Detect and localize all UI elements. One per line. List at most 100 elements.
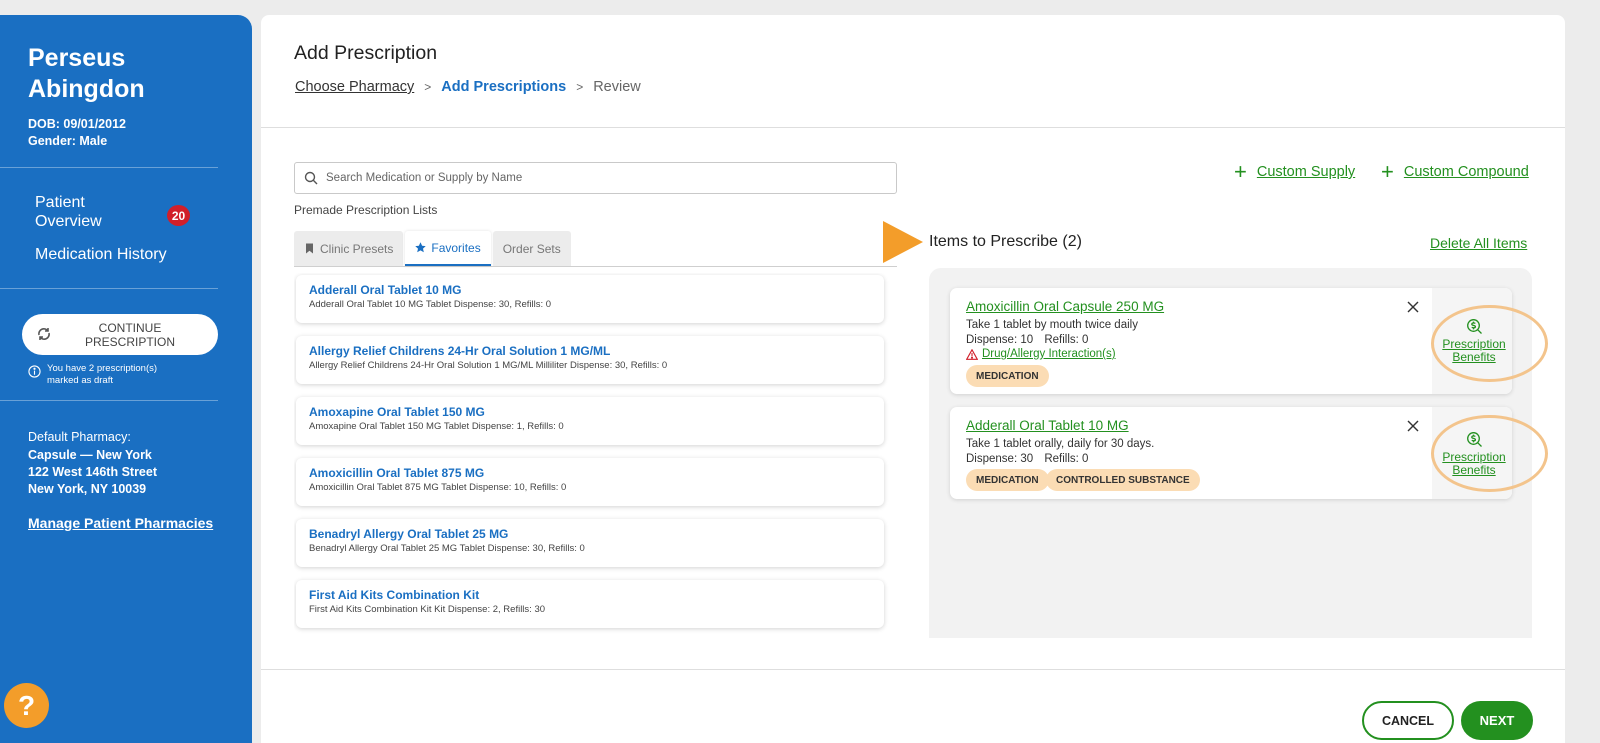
items-to-prescribe-title: Items to Prescribe (2) — [929, 233, 1082, 250]
medication-detail: Benadryl Allergy Oral Tablet 25 MG Table… — [309, 543, 585, 554]
sidebar-divider — [0, 400, 218, 401]
default-pharmacy-label: Default Pharmacy: — [28, 430, 131, 444]
list-item[interactable]: Allergy Relief Childrens 24-Hr Oral Solu… — [296, 336, 884, 384]
page-title: Add Prescription — [294, 42, 438, 64]
prescription-refills: Refills: 0 — [1044, 453, 1089, 465]
breadcrumb-separator: > — [424, 80, 432, 94]
sidebar-divider — [0, 288, 218, 289]
medication-name: Adderall Oral Tablet 10 MG — [309, 283, 462, 297]
prescription-dispense: Dispense: 30 — [966, 453, 1034, 465]
header-divider — [261, 127, 1565, 128]
pointer-arrow-icon — [883, 221, 923, 263]
items-to-prescribe-panel: Amoxicillin Oral Capsule 250 MG Take 1 t… — [929, 268, 1548, 638]
medication-detail: Adderall Oral Tablet 10 MG Tablet Dispen… — [309, 299, 552, 310]
medication-name: Benadryl Allergy Oral Tablet 25 MG — [309, 527, 509, 541]
draft-note: You have 2 prescription(s) marked as dra… — [28, 363, 167, 387]
notification-badge: 20 — [167, 205, 190, 226]
patient-demographics: DOB: 09/01/2012 Gender: Male — [28, 116, 126, 150]
custom-supply-button[interactable]: + Custom Supply — [1234, 159, 1356, 184]
prescription-dispense: Dispense: 10 — [966, 334, 1034, 346]
custom-supply-label: Custom Supply — [1256, 164, 1356, 180]
main-panel: Add Prescription Choose Pharmacy > Add P… — [261, 15, 1565, 743]
prescription-benefits-label: Prescription Benefits — [1442, 337, 1506, 364]
prescription-refills: Refills: 0 — [1044, 334, 1089, 346]
patient-dob: DOB: 09/01/2012 — [28, 117, 126, 131]
list-item[interactable]: Amoxicillin Oral Tablet 875 MG Amoxicill… — [296, 458, 884, 506]
tag-medication: MEDICATION — [966, 365, 1049, 387]
prescription-card: Adderall Oral Tablet 10 MG Take 1 tablet… — [950, 407, 1548, 499]
warning-label: Drug/Allergy Interaction(s) — [982, 348, 1116, 360]
close-icon[interactable] — [1406, 300, 1420, 314]
favorites-medication-list: Adderall Oral Tablet 10 MG Adderall Oral… — [294, 273, 890, 638]
footer-divider — [261, 669, 1565, 670]
benefits-search-icon — [1466, 432, 1482, 447]
custom-compound-label: Custom Compound — [1403, 164, 1529, 180]
breadcrumb-review: Review — [593, 79, 641, 95]
sidebar-item-patient-overview[interactable]: Patient Overview — [35, 193, 135, 231]
breadcrumb: Choose Pharmacy > Add Prescriptions > Re… — [295, 79, 641, 95]
prescription-card: Amoxicillin Oral Capsule 250 MG Take 1 t… — [950, 288, 1548, 394]
medication-name: Allergy Relief Childrens 24-Hr Oral Solu… — [309, 344, 611, 358]
breadcrumb-add-prescriptions[interactable]: Add Prescriptions — [441, 79, 566, 95]
default-pharmacy-address: Capsule — New York 122 West 146th Street… — [28, 447, 157, 498]
draft-note-text: You have 2 prescription(s) marked as dra… — [47, 363, 158, 386]
medication-name: First Aid Kits Combination Kit — [309, 588, 480, 602]
sidebar-item-medication-history[interactable]: Medication History — [35, 245, 167, 264]
tag-controlled-substance: CONTROLLED SUBSTANCE — [1046, 469, 1200, 491]
bookmark-icon — [306, 243, 313, 254]
list-item[interactable]: First Aid Kits Combination Kit First Aid… — [296, 580, 884, 628]
drug-allergy-warning[interactable]: Drug/Allergy Interaction(s) — [966, 348, 1116, 360]
plus-icon: + — [1381, 159, 1394, 184]
plus-icon: + — [1234, 159, 1247, 184]
star-icon — [415, 242, 427, 253]
list-item[interactable]: Amoxapine Oral Tablet 150 MG Amoxapine O… — [296, 397, 884, 445]
premade-lists-label: Premade Prescription Lists — [294, 203, 438, 217]
prescription-sig: Take 1 tablet by mouth twice daily — [966, 319, 1138, 331]
sidebar-divider — [0, 167, 218, 168]
prescription-name[interactable]: Amoxicillin Oral Capsule 250 MG — [966, 299, 1164, 314]
custom-compound-button[interactable]: + Custom Compound — [1381, 159, 1529, 184]
close-icon[interactable] — [1406, 419, 1420, 433]
patient-gender: Gender: Male — [28, 134, 108, 148]
prescription-name[interactable]: Adderall Oral Tablet 10 MG — [966, 418, 1129, 433]
continue-prescription-button[interactable]: CONTINUE PRESCRIPTION — [22, 314, 218, 355]
patient-name: Perseus Abingdon — [28, 44, 145, 103]
medication-detail: Allergy Relief Childrens 24-Hr Oral Solu… — [309, 360, 668, 371]
continue-prescription-label: CONTINUE PRESCRIPTION — [84, 320, 175, 349]
tab-order-sets[interactable]: Order Sets — [492, 231, 571, 266]
search-input[interactable] — [326, 172, 896, 184]
medication-detail: Amoxicillin Oral Tablet 875 MG Tablet Di… — [309, 482, 567, 493]
pharmacy-city: New York, NY 10039 — [28, 482, 147, 496]
medication-name: Amoxapine Oral Tablet 150 MG — [309, 405, 485, 419]
cancel-button[interactable]: CANCEL — [1362, 701, 1454, 740]
search-icon — [304, 171, 318, 185]
benefits-search-icon — [1466, 319, 1482, 334]
next-button[interactable]: NEXT — [1461, 701, 1533, 740]
medication-detail: Amoxapine Oral Tablet 150 MG Tablet Disp… — [309, 421, 564, 432]
info-icon — [28, 365, 41, 378]
medication-detail: First Aid Kits Combination Kit Kit Dispe… — [309, 604, 546, 615]
breadcrumb-choose-pharmacy[interactable]: Choose Pharmacy — [295, 79, 414, 95]
delete-all-items-link[interactable]: Delete All Items — [1430, 235, 1527, 251]
breadcrumb-separator: > — [576, 80, 584, 94]
patient-sidebar: Perseus Abingdon DOB: 09/01/2012 Gender:… — [0, 15, 252, 743]
medication-search — [294, 162, 897, 194]
tag-medication: MEDICATION — [966, 469, 1049, 491]
medication-name: Amoxicillin Oral Tablet 875 MG — [309, 466, 485, 480]
pharmacy-name: Capsule — New York — [28, 448, 152, 462]
warning-icon — [966, 348, 978, 360]
tab-favorites[interactable]: Favorites — [405, 231, 491, 266]
list-item[interactable]: Adderall Oral Tablet 10 MG Adderall Oral… — [296, 275, 884, 323]
manage-pharmacies-link[interactable]: Manage Patient Pharmacies — [28, 515, 213, 531]
help-button[interactable]: ? — [4, 683, 49, 728]
list-item[interactable]: Benadryl Allergy Oral Tablet 25 MG Benad… — [296, 519, 884, 567]
prescription-benefits-button[interactable]: Prescription Benefits — [1437, 318, 1511, 364]
tab-label: Order Sets — [502, 241, 561, 256]
pharmacy-street: 122 West 146th Street — [28, 465, 157, 479]
tab-clinic-presets[interactable]: Clinic Presets — [294, 231, 404, 266]
tab-label: Clinic Presets — [320, 241, 394, 256]
prescription-benefits-button[interactable]: Prescription Benefits — [1437, 431, 1511, 477]
prescription-list-tabs: Clinic Presets Favorites Order Sets — [294, 231, 897, 267]
prescription-quantities: Dispense: 30 Refills: 0 — [966, 453, 1088, 465]
prescription-benefits-label: Prescription Benefits — [1442, 450, 1506, 477]
